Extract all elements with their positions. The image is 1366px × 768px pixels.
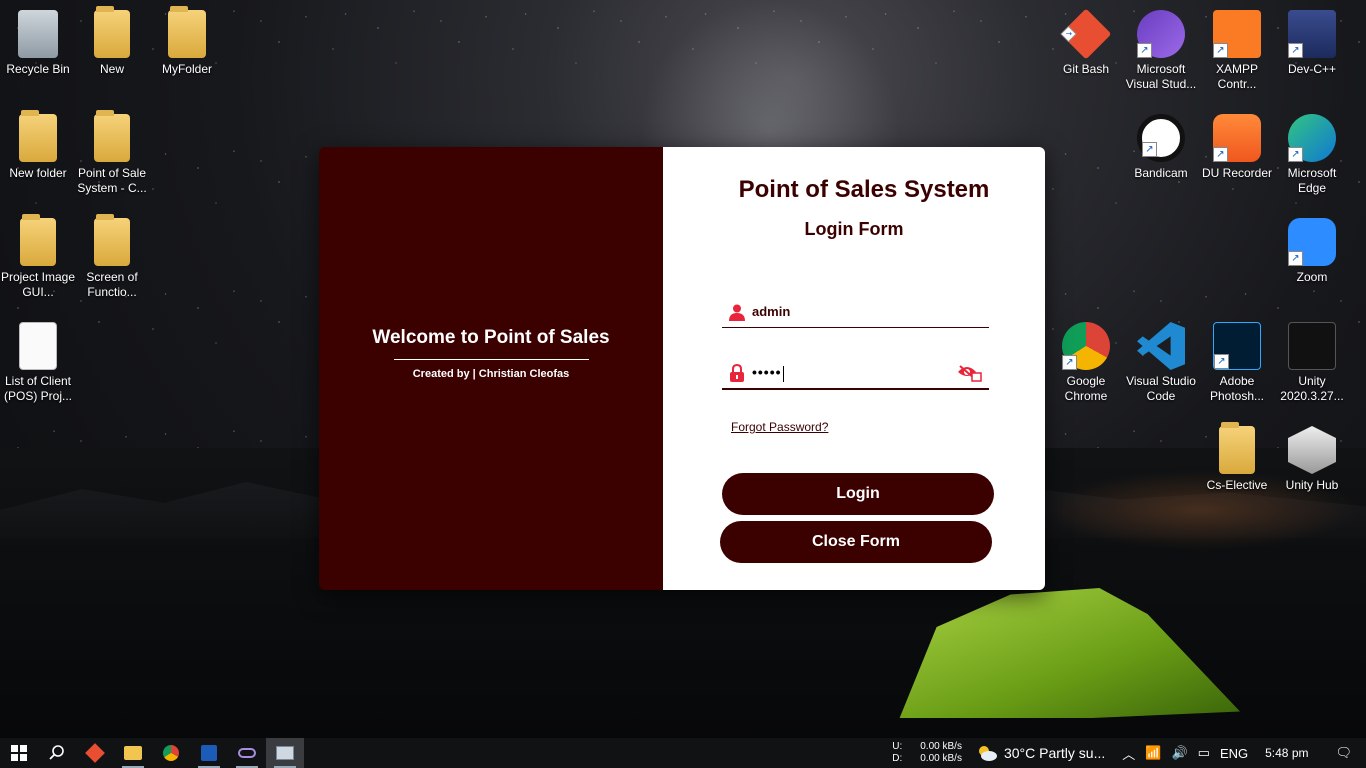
search-button[interactable] — [38, 738, 76, 768]
desktop-icon-du-recorder[interactable]: DU Recorder — [1199, 114, 1275, 181]
dev-cpp-icon — [1288, 10, 1336, 58]
document-icon — [19, 322, 57, 370]
folder-icon — [94, 214, 130, 266]
desktop-icon-chrome[interactable]: Google Chrome — [1048, 322, 1124, 404]
language-indicator[interactable]: ENG — [1220, 746, 1248, 761]
zoom-icon — [1288, 218, 1336, 266]
desktop-icon-dev-cpp[interactable]: Dev-C++ — [1274, 10, 1350, 77]
du-recorder-icon — [1213, 114, 1261, 162]
desktop-icon-pos-system[interactable]: Point of Sale System - C... — [74, 110, 150, 196]
desktop-icon-recycle-bin[interactable]: Recycle Bin — [0, 10, 76, 77]
visual-studio-icon — [238, 748, 256, 758]
welcome-heading: Welcome to Point of Sales — [372, 327, 610, 348]
weather-widget[interactable]: 30°C Partly su... — [976, 744, 1105, 762]
forgot-password-link[interactable]: Forgot Password? — [731, 420, 828, 434]
edge-icon — [1288, 114, 1336, 162]
system-tray: U: D: 0.00 kB/s 0.00 kB/s 30°C Partly su… — [892, 738, 1366, 768]
desktop-icon-git-bash[interactable]: Git Bash — [1048, 8, 1124, 77]
desktop-icon-vscode[interactable]: Visual Studio Code — [1123, 322, 1199, 404]
desktop-icon-myfolder[interactable]: MyFolder — [149, 6, 225, 77]
taskbar-pos-app[interactable] — [266, 738, 304, 768]
download-speed: 0.00 kB/s — [920, 753, 962, 764]
desktop-icon-client-list[interactable]: List of Client (POS) Proj... — [0, 322, 76, 404]
recycle-bin-icon — [18, 10, 58, 58]
desktop-icon-visual-studio[interactable]: Microsoft Visual Stud... — [1123, 10, 1199, 92]
xampp-icon — [1213, 10, 1261, 58]
bandicam-icon — [1137, 114, 1185, 162]
chrome-icon — [1062, 322, 1110, 370]
desktop-icon-unity[interactable]: Unity 2020.3.27... — [1274, 322, 1350, 404]
desktop-icon-screen-functions[interactable]: Screen of Functio... — [74, 214, 150, 300]
unity-hub-icon — [1288, 426, 1336, 474]
folder-icon — [168, 6, 206, 58]
taskbar-word[interactable] — [190, 738, 228, 768]
folder-icon — [1219, 422, 1255, 474]
photoshop-icon — [1213, 322, 1261, 370]
close-form-button[interactable]: Close Form — [720, 521, 992, 563]
login-window: Welcome to Point of Sales Created by | C… — [319, 147, 1045, 590]
visual-studio-icon — [1137, 10, 1185, 58]
taskbar: U: D: 0.00 kB/s 0.00 kB/s 30°C Partly su… — [0, 738, 1366, 768]
login-button[interactable]: Login — [722, 473, 994, 515]
password-value: ••••• — [752, 364, 784, 382]
clock[interactable]: 5:48 pm — [1265, 746, 1308, 760]
welcome-panel: Welcome to Point of Sales Created by | C… — [319, 147, 663, 590]
application-icon — [276, 746, 294, 760]
app-title: Point of Sales System — [738, 176, 990, 203]
git-icon — [85, 743, 105, 763]
desktop-icon-new[interactable]: New — [74, 6, 150, 77]
battery-icon[interactable]: ▭ — [1198, 745, 1210, 761]
taskbar-chrome[interactable] — [152, 738, 190, 768]
vscode-icon — [1137, 322, 1185, 370]
folder-icon — [94, 110, 130, 162]
windows-icon — [11, 745, 27, 761]
notification-icon[interactable]: 🗨 — [1335, 745, 1352, 761]
username-field[interactable]: admin — [722, 296, 989, 328]
desktop-icon-zoom[interactable]: Zoom — [1274, 218, 1350, 285]
desktop-icon-new-folder[interactable]: New folder — [0, 110, 76, 181]
partly-sunny-icon — [978, 746, 997, 761]
network-speed: U: D: 0.00 kB/s 0.00 kB/s — [892, 741, 962, 764]
username-value: admin — [752, 304, 791, 319]
taskbar-git[interactable] — [76, 738, 114, 768]
chrome-icon — [163, 745, 179, 761]
file-explorer-icon — [124, 746, 142, 760]
desktop-icon-edge[interactable]: Microsoft Edge — [1274, 114, 1350, 196]
credit-text: Created by | Christian Cleofas — [412, 368, 570, 380]
taskbar-file-explorer[interactable] — [114, 738, 152, 768]
weather-text: 30°C Partly su... — [1003, 745, 1106, 761]
desktop-icon-project-image[interactable]: Project Image GUI... — [0, 214, 76, 300]
login-form-panel: Point of Sales System Login Form admin •… — [663, 147, 1045, 590]
lock-icon — [730, 364, 744, 382]
unity-icon — [1288, 322, 1336, 370]
upload-speed: 0.00 kB/s — [920, 741, 962, 752]
password-field[interactable]: ••••• — [722, 358, 989, 390]
volume-icon[interactable]: 🔊 — [1171, 745, 1187, 761]
chevron-up-icon[interactable]: ︿ — [1122, 744, 1135, 763]
user-icon — [729, 304, 745, 321]
wifi-icon[interactable]: 📶 — [1145, 745, 1161, 761]
show-password-icon[interactable] — [957, 364, 983, 382]
desktop-icon-cs-elective[interactable]: Cs-Elective — [1199, 422, 1275, 493]
desktop-icon-photoshop[interactable]: Adobe Photosh... — [1199, 322, 1275, 404]
desktop-icon-xampp[interactable]: XAMPP Contr... — [1199, 10, 1275, 92]
search-icon — [49, 745, 64, 760]
start-button[interactable] — [0, 738, 38, 768]
word-icon — [201, 745, 217, 761]
desktop-icon-unity-hub[interactable]: Unity Hub — [1274, 426, 1350, 493]
desktop-icon-bandicam[interactable]: Bandicam — [1123, 114, 1199, 181]
welcome-divider — [393, 359, 589, 360]
git-bash-icon — [1060, 8, 1112, 60]
folder-icon — [19, 110, 57, 162]
folder-icon — [94, 6, 130, 58]
taskbar-visual-studio[interactable] — [228, 738, 266, 768]
form-title: Login Form — [804, 219, 904, 239]
folder-icon — [20, 214, 56, 266]
